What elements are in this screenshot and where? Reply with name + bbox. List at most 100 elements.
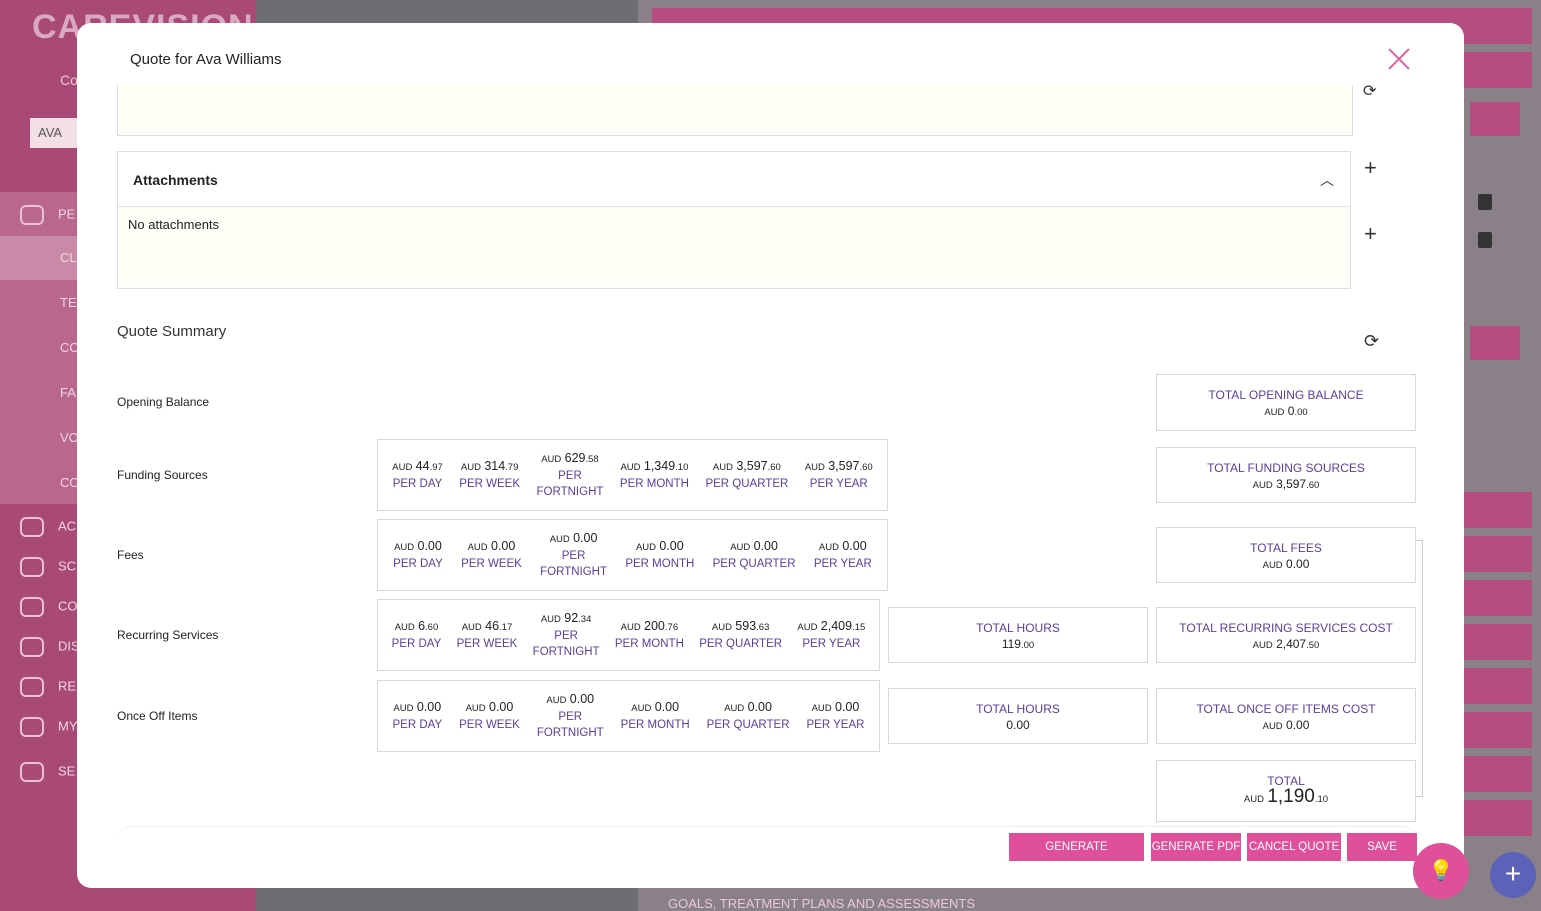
sidebar-item-my[interactable]: MY	[20, 717, 78, 737]
rate-cell: AUD 593.63 PER QUARTER	[699, 618, 782, 652]
rate-period: PER MONTH	[619, 478, 689, 490]
heart-icon	[20, 597, 44, 617]
onceoff-rates-box: AUD 0.00 PER DAY AUD 0.00 PER WEEK AUD 0.00 P…	[377, 680, 880, 752]
rate-period: PER WEEK	[459, 719, 520, 731]
rate-period: PER WEEK	[456, 638, 518, 650]
amount-main: 0.00	[491, 539, 516, 553]
cancel-quote-button[interactable]: CANCEL QUOTE	[1247, 833, 1341, 861]
rate-cell: AUD 0.00 PER YEAR	[814, 538, 872, 572]
attachments-body: No attachments	[118, 207, 1350, 287]
rate-amount: AUD 44.97	[392, 458, 443, 476]
notes-textarea[interactable]	[117, 85, 1353, 136]
grand-total-box: TOTAL AUD 1,190.10	[1156, 760, 1416, 822]
sidebar-item-people[interactable]: PE	[20, 205, 75, 225]
total-fees-box: TOTAL FEES AUD 0.00	[1156, 527, 1416, 583]
rate-cell: AUD 629.58 PER FORTNIGHT	[537, 450, 604, 500]
currency-code: AUD	[724, 703, 745, 714]
amount-main: 2,409	[820, 619, 853, 633]
amount-decimal: .97	[429, 462, 443, 473]
trash-icon[interactable]	[1478, 232, 1492, 248]
rate-period: PER YEAR	[813, 558, 872, 570]
refresh-icon[interactable]: ⟳	[1364, 331, 1379, 352]
rate-amount: AUD 0.00	[540, 530, 607, 548]
currency-code: AUD	[393, 703, 414, 714]
amount-decimal: .76	[664, 622, 679, 633]
sidebar-subitem-5[interactable]: VO	[60, 430, 79, 445]
rate-period: PER FORTNIGHT	[536, 470, 604, 498]
rate-period: PER FORTNIGHT	[540, 550, 608, 578]
total-value: AUD 0.00	[1157, 717, 1415, 735]
lightbulb-icon[interactable]: 💡	[1413, 843, 1469, 899]
rate-period: PER QUARTER	[712, 558, 796, 570]
rate-cell: AUD 0.00 PER QUARTER	[713, 538, 796, 572]
rate-period: PER MONTH	[620, 719, 690, 731]
sidebar-item-settings[interactable]: SE	[20, 762, 75, 782]
total-onceoff-cost-box: TOTAL ONCE OFF ITEMS COST AUD 0.00	[1156, 688, 1416, 744]
warning-icon	[20, 517, 44, 537]
onceoff-total-hours-box: TOTAL HOURS 0.00	[888, 688, 1148, 744]
row-label-opening-balance: Opening Balance	[117, 395, 210, 409]
total-label: TOTAL FUNDING SOURCES	[1207, 461, 1365, 475]
chevron-up-icon[interactable]: ︿	[1320, 170, 1334, 190]
amount-main: 119	[1001, 637, 1021, 651]
rate-amount: AUD 6.60	[392, 618, 442, 636]
amount-main: 0.00	[753, 539, 778, 553]
rate-cell: AUD 0.00 PER FORTNIGHT	[537, 691, 604, 741]
rate-cell: AUD 0.00 PER DAY	[393, 538, 443, 572]
currency-code: AUD	[540, 614, 561, 625]
amount-main: 0.00	[842, 539, 867, 553]
sidebar-item-reports[interactable]: RE	[20, 677, 76, 697]
summary-scrollbar[interactable]	[1416, 540, 1423, 797]
plus-icon[interactable]: +	[1364, 155, 1377, 181]
row-label-once-off-items: Once Off Items	[117, 709, 198, 723]
currency-code: AUD	[1243, 794, 1264, 805]
rate-period: PER FORTNIGHT	[532, 630, 600, 658]
amount-main: 44	[415, 459, 430, 473]
sidebar-subtitle: Co	[60, 72, 78, 88]
add-fab-plus-icon[interactable]: +	[1490, 852, 1536, 898]
sidebar-subitem-2[interactable]: TE	[60, 295, 77, 310]
currency-code: AUD	[460, 462, 481, 473]
attachments-header[interactable]: Attachments ︿	[118, 152, 1350, 207]
total-label: TOTAL FEES	[1250, 541, 1322, 555]
rate-amount: AUD 2,409.15	[797, 618, 865, 636]
bg-section-goals[interactable]: GOALS, TREATMENT PLANS AND ASSESSMENTS	[668, 896, 975, 911]
rate-cell: AUD 6.60 PER DAY	[392, 618, 442, 652]
trash-icon[interactable]	[1478, 194, 1492, 210]
amount-decimal: .63	[756, 622, 770, 633]
generate-agreement-button[interactable]: GENERATE AGREEMENT	[1009, 833, 1144, 881]
sidebar-subitem-4[interactable]: FA	[60, 385, 76, 400]
quote-summary-title: Quote Summary	[117, 323, 227, 340]
clock-icon	[20, 557, 44, 577]
save-button[interactable]: SAVE	[1347, 833, 1417, 861]
bg-section-bar	[1470, 326, 1520, 360]
rate-cell: AUD 3,597.60 PER YEAR	[805, 458, 873, 492]
amount-main: 2,407	[1276, 637, 1307, 651]
dashboard-icon	[20, 677, 44, 697]
close-icon[interactable]	[1387, 47, 1411, 71]
rate-amount: AUD 629.58	[537, 450, 604, 468]
amount-decimal: .79	[505, 462, 519, 473]
sidebar-item-discussions[interactable]: DIS	[20, 637, 80, 657]
sidebar-item-care[interactable]: CO	[20, 597, 78, 617]
generate-pdf-button[interactable]: GENERATE PDF	[1151, 833, 1241, 861]
rate-amount: AUD 3,597.60	[805, 458, 873, 476]
sidebar-item-schedule[interactable]: SC	[20, 557, 76, 577]
refresh-icon[interactable]: ⟳	[1363, 81, 1376, 101]
currency-code: AUD	[711, 622, 732, 633]
amount-main: 0.00	[416, 700, 442, 714]
total-funding-sources-box: TOTAL FUNDING SOURCES AUD 3,597.60	[1156, 447, 1416, 503]
row-label-fees: Fees	[117, 548, 144, 562]
sidebar-item-alerts[interactable]: AC	[20, 517, 76, 537]
rate-period: PER DAY	[392, 478, 443, 490]
rate-amount: AUD 314.79	[459, 458, 520, 476]
gear-icon	[20, 762, 44, 782]
attachments-empty-text: No attachments	[128, 217, 220, 232]
plus-icon[interactable]: +	[1364, 221, 1377, 247]
rate-period: PER MONTH	[614, 638, 684, 650]
total-label: TOTAL HOURS	[976, 621, 1060, 635]
currency-code: AUD	[818, 542, 839, 553]
amount-main: 6	[418, 619, 426, 633]
sidebar-subitem-1[interactable]: CL	[60, 250, 77, 265]
amount-main: 46	[485, 619, 500, 633]
